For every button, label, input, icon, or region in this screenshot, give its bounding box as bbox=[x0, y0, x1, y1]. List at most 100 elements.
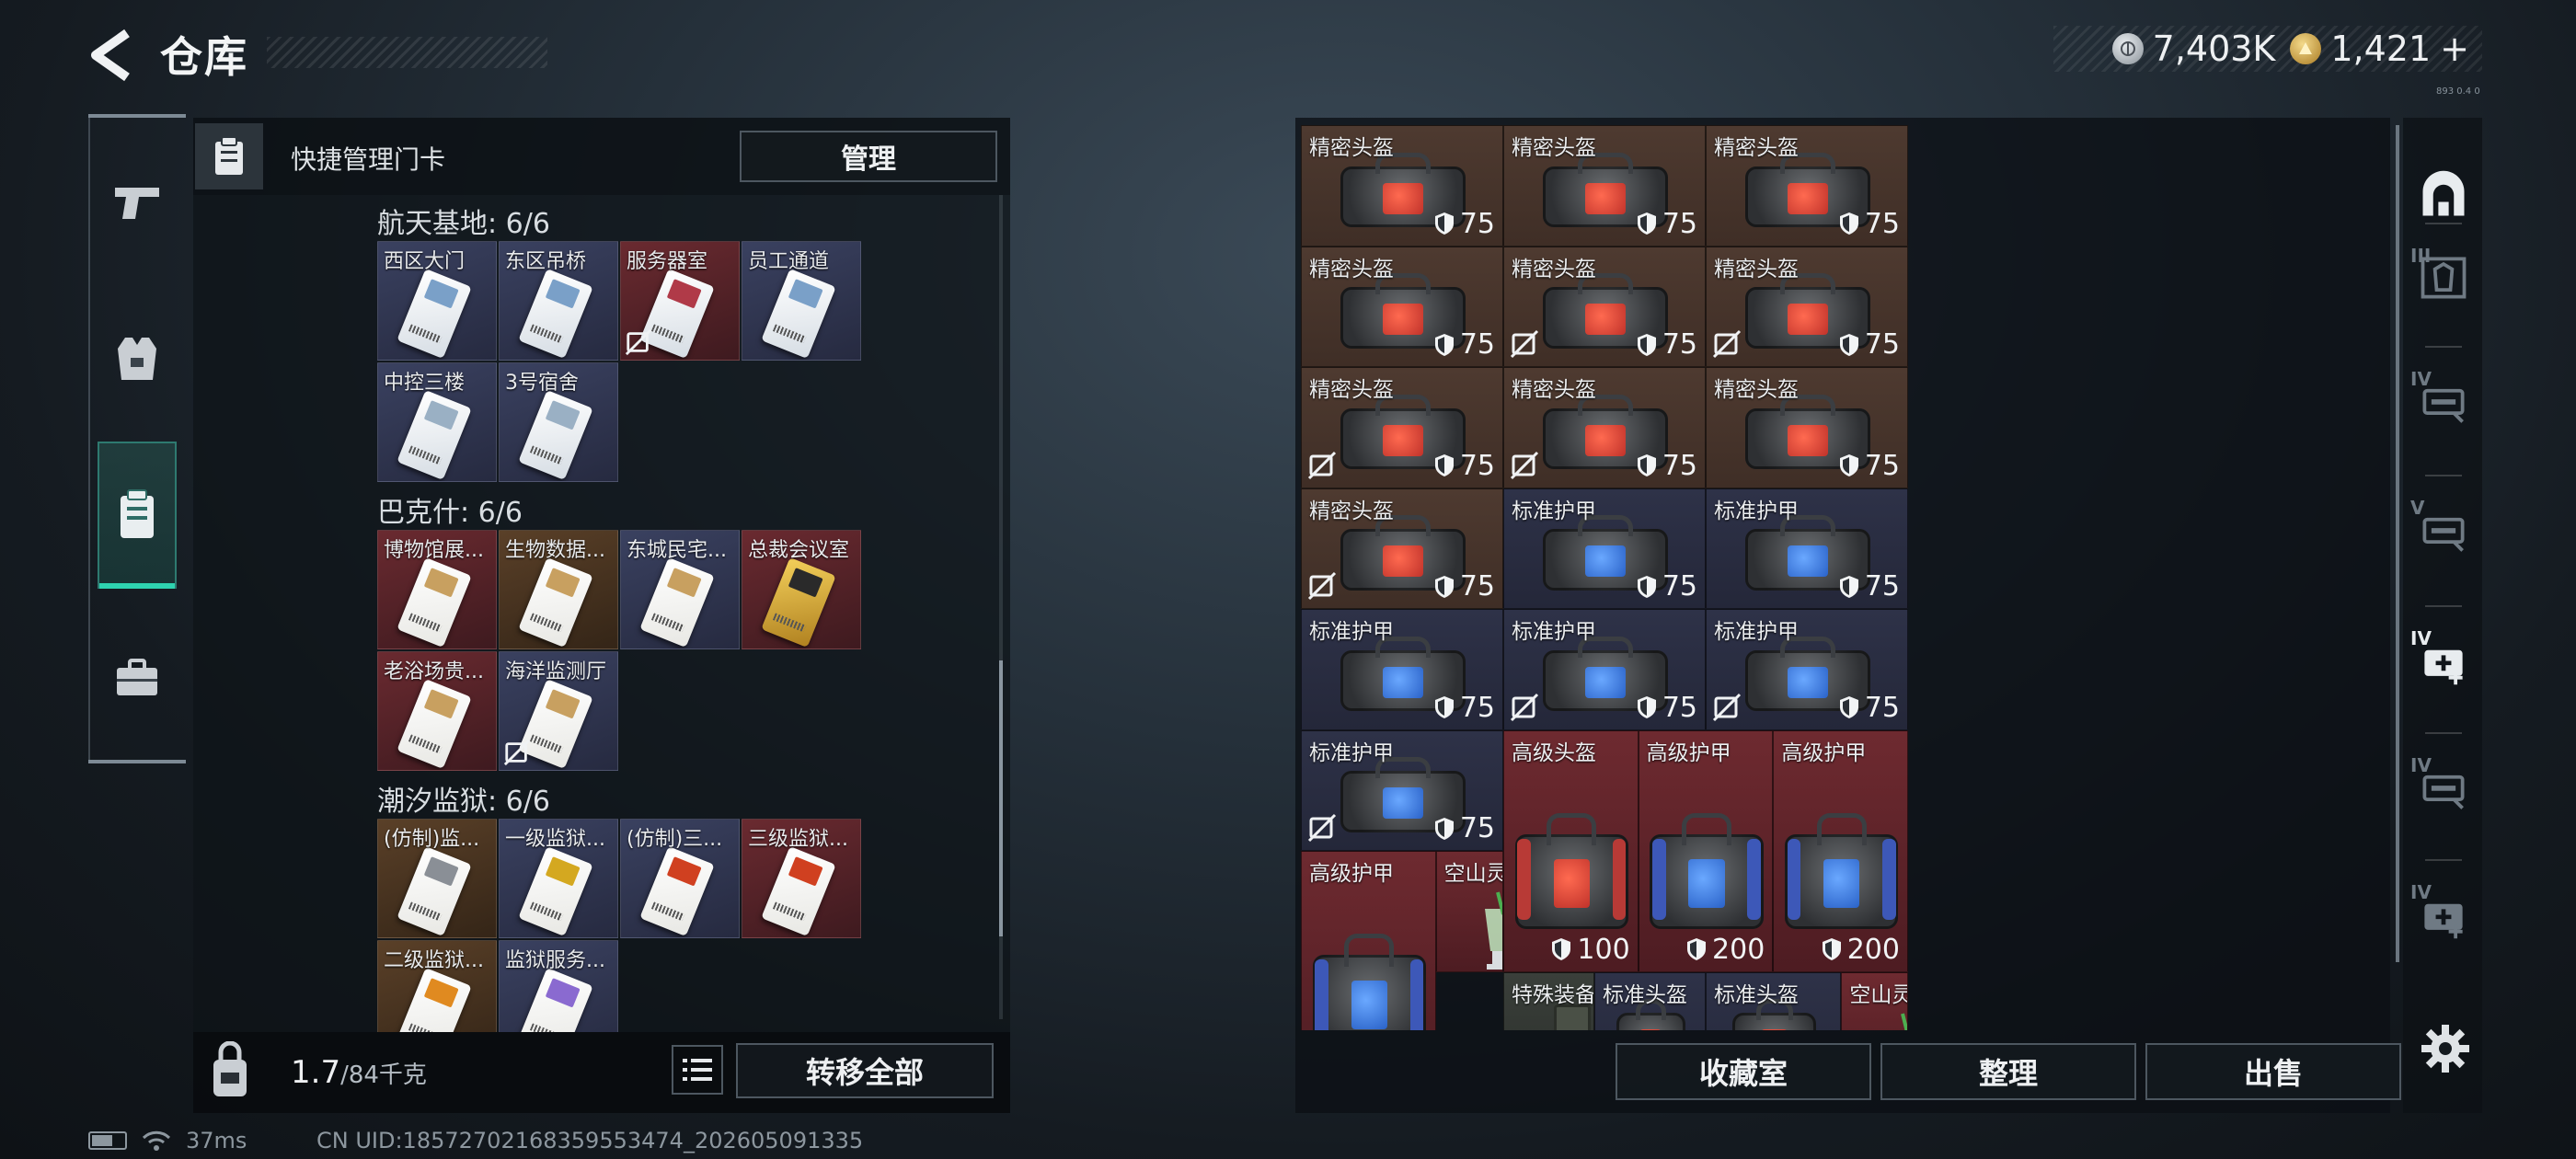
keycard-slot[interactable]: 东城民宅... bbox=[620, 530, 740, 649]
durability-value: 75 bbox=[1662, 570, 1697, 602]
bag-trim bbox=[1882, 838, 1896, 921]
storage-rail-button[interactable] bbox=[2410, 162, 2477, 228]
durability: 75 bbox=[1434, 328, 1495, 361]
sell-button[interactable]: 出售 bbox=[2145, 1043, 2401, 1100]
stash-item[interactable]: 标准头盔 bbox=[1706, 971, 1842, 1030]
storage-rail-button[interactable]: III bbox=[2410, 245, 2477, 311]
stash-item[interactable]: 空山灵雨 bbox=[1841, 971, 1908, 1030]
item-name: 标准护甲 bbox=[1714, 620, 1799, 644]
gold-coin-icon bbox=[2290, 33, 2322, 64]
keycard-image bbox=[397, 967, 472, 1032]
stash-item[interactable]: 标准头盔 bbox=[1594, 971, 1706, 1030]
stash-item[interactable]: 精密头盔 75 bbox=[1503, 246, 1706, 367]
stash-item[interactable]: 精密头盔 75 bbox=[1706, 246, 1908, 367]
keycard-slot[interactable]: 老浴场贵... bbox=[377, 651, 497, 771]
keycard-slot[interactable]: 一级监狱... bbox=[499, 819, 618, 938]
gold-amount: 1,421 bbox=[2330, 29, 2432, 69]
rail-separator bbox=[2425, 223, 2462, 224]
durability-shield-icon bbox=[1839, 696, 1858, 718]
keycard-barcode bbox=[772, 613, 807, 633]
keycard-grid-aerospace: 西区大门 东区吊桥 服务器室 员工通道中控三楼 3号宿舍 bbox=[377, 241, 861, 482]
keycard-slot[interactable]: 生物数据... bbox=[499, 530, 618, 649]
durability-value: 75 bbox=[1459, 570, 1495, 602]
keycard-image bbox=[397, 845, 472, 937]
keycard-slot[interactable]: 3号宿舍 bbox=[499, 362, 618, 482]
collection-room-button[interactable]: 收藏室 bbox=[1616, 1043, 1871, 1100]
keycard-slot[interactable]: 服务器室 bbox=[620, 241, 740, 361]
stash-item[interactable]: 标准护甲 75 bbox=[1301, 729, 1503, 851]
silver-currency[interactable]: 7,403K bbox=[2111, 29, 2275, 69]
stash-item[interactable]: 高级护甲 200 bbox=[1638, 729, 1774, 972]
keycard-slot[interactable]: 西区大门 bbox=[377, 241, 497, 361]
stash-item[interactable]: 特殊装备补给 bbox=[1503, 971, 1594, 1030]
nav-tab-cases[interactable] bbox=[98, 624, 177, 734]
stash-item[interactable]: 精密头盔 75 bbox=[1301, 367, 1503, 488]
stash-item[interactable]: 标准护甲 75 bbox=[1706, 609, 1908, 730]
keycard-scrollbar-thumb[interactable] bbox=[999, 660, 1003, 936]
stash-item[interactable]: 精密头盔 75 bbox=[1301, 125, 1503, 247]
keycard-slot[interactable]: 中控三楼 bbox=[377, 362, 497, 482]
back-button[interactable] bbox=[85, 28, 138, 83]
keycard-slot[interactable]: (仿制)监... bbox=[377, 819, 497, 938]
stash-item[interactable]: 空山灵雨 bbox=[1435, 851, 1503, 972]
stash-item[interactable]: 高级头盔 100 bbox=[1503, 729, 1639, 972]
transfer-all-button[interactable]: 转移全部 bbox=[736, 1043, 994, 1098]
keycard-slot[interactable]: 二级监狱... bbox=[377, 940, 497, 1032]
rail-tier-label: V bbox=[2410, 497, 2425, 519]
stash-item[interactable]: 标准护甲 75 bbox=[1503, 488, 1706, 609]
storage-rail-button[interactable]: IV bbox=[2410, 627, 2477, 694]
currency-bar: 7,403K 1,421 + bbox=[2053, 26, 2482, 72]
storage-rail-button[interactable]: IV bbox=[2410, 368, 2477, 434]
stash-item[interactable]: 精密头盔 75 bbox=[1301, 488, 1503, 609]
keycard-barcode bbox=[529, 1023, 564, 1032]
durability-value: 75 bbox=[1864, 691, 1900, 724]
stash-item[interactable]: 精密头盔 75 bbox=[1301, 246, 1503, 367]
storage-rail-button[interactable]: IV bbox=[2410, 754, 2477, 820]
nav-tab-weapons[interactable] bbox=[98, 147, 177, 258]
stash-item[interactable]: 精密头盔 75 bbox=[1503, 125, 1706, 247]
storage-rail-button[interactable]: IV bbox=[2410, 881, 2477, 947]
storage-rail-button[interactable]: V bbox=[2410, 497, 2477, 563]
keycard-slot[interactable]: 海洋监测厅 bbox=[499, 651, 618, 771]
item-name: 精密头盔 bbox=[1714, 257, 1799, 281]
manage-button[interactable]: 管理 bbox=[740, 131, 997, 182]
durability: 75 bbox=[1434, 450, 1495, 482]
keycard-slot[interactable]: 总裁会议室 bbox=[742, 530, 861, 649]
keycard-stripe bbox=[545, 978, 581, 1008]
durability: 75 bbox=[1434, 692, 1495, 724]
rail-separator bbox=[2425, 475, 2462, 476]
durability-value: 75 bbox=[1662, 691, 1697, 724]
keycard-slot[interactable]: 东区吊桥 bbox=[499, 241, 618, 361]
weight-value: 1.7 bbox=[291, 1054, 341, 1091]
settings-button[interactable] bbox=[2418, 1021, 2473, 1076]
durability-shield-icon bbox=[1839, 333, 1858, 356]
durability-shield-icon bbox=[1637, 454, 1656, 476]
keycard-slot[interactable]: 博物馆展... bbox=[377, 530, 497, 649]
stash-item[interactable]: 标准护甲 75 bbox=[1503, 609, 1706, 730]
stash-item[interactable]: 精密头盔 75 bbox=[1706, 125, 1908, 247]
item-name: 精密头盔 bbox=[1309, 257, 1394, 281]
durability-shield-icon bbox=[1839, 454, 1858, 476]
keycard-slot[interactable]: (仿制)三... bbox=[620, 819, 740, 938]
keycard-slot[interactable]: 员工通道 bbox=[742, 241, 861, 361]
stash-item[interactable]: 标准护甲 75 bbox=[1706, 488, 1908, 609]
version-text: 893 0.4 0 bbox=[2436, 86, 2480, 97]
stash-item[interactable]: 高级护甲 bbox=[1301, 851, 1436, 1030]
stash-item[interactable]: 精密头盔 75 bbox=[1706, 367, 1908, 488]
bag-part bbox=[1681, 812, 1732, 846]
sort-button[interactable]: 整理 bbox=[1880, 1043, 2136, 1100]
keycard-slot[interactable]: 监狱服务... bbox=[499, 940, 618, 1032]
list-view-button[interactable] bbox=[672, 1045, 723, 1095]
gold-currency[interactable]: 1,421 + bbox=[2290, 29, 2469, 69]
gold-add-button[interactable]: + bbox=[2440, 29, 2469, 69]
keycard-slot[interactable]: 三级监狱... bbox=[742, 819, 861, 938]
stash-item[interactable]: 精密头盔 75 bbox=[1503, 367, 1706, 488]
stash-item[interactable]: 标准护甲 75 bbox=[1301, 609, 1503, 730]
status-bar: 37ms bbox=[88, 1128, 247, 1153]
nav-tab-armor[interactable] bbox=[98, 304, 177, 414]
item-name: 精密头盔 bbox=[1714, 136, 1799, 160]
nav-tab-keycards[interactable] bbox=[98, 442, 177, 589]
keycard-name: 员工通道 bbox=[748, 250, 830, 273]
stash-scrollbar[interactable] bbox=[2396, 125, 2399, 962]
stash-item[interactable]: 高级护甲 200 bbox=[1773, 729, 1908, 972]
